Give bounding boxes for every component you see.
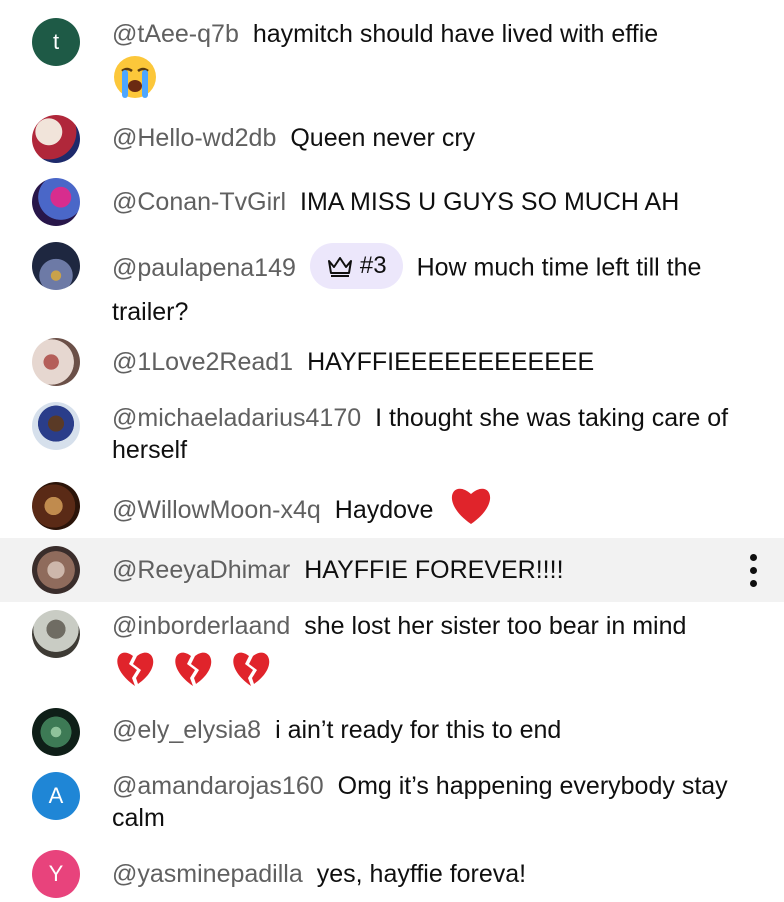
author-name[interactable]: @paulapena149 bbox=[112, 254, 296, 282]
message-text: @yasminepadilla yes, hayffie foreva! bbox=[112, 858, 752, 890]
author-name[interactable]: @Hello-wd2db bbox=[112, 124, 276, 152]
chat-message: @ReeyaDhimar HAYFFIE FOREVER!!!! bbox=[0, 538, 784, 602]
avatar-letter: Y bbox=[48, 861, 64, 886]
message-text: @paulapena149 #3 How much time left till t… bbox=[112, 243, 752, 332]
broken-heart-icon bbox=[112, 648, 158, 696]
chat-message: @Hello-wd2db Queen never cry bbox=[0, 108, 784, 172]
author-name[interactable]: @WillowMoon-x4q bbox=[112, 496, 321, 524]
message-content: HAYFFIE FOREVER!!!! bbox=[304, 556, 564, 584]
avatar-letter: A bbox=[48, 783, 64, 808]
crown-icon bbox=[327, 257, 352, 277]
message-content: Haydove bbox=[334, 495, 434, 524]
message-content: IMA MISS U GUYS SO MUCH AH bbox=[300, 188, 680, 216]
message-text: @michaeladarius4170 I thought she was tak… bbox=[112, 402, 752, 466]
author-name[interactable]: @michaeladarius4170 bbox=[112, 404, 361, 432]
message-text: @Conan-TvGirl IMA MISS U GUYS SO MUCH AH bbox=[112, 186, 752, 218]
message-text: @ReeyaDhimar HAYFFIE FOREVER!!!! bbox=[112, 554, 752, 586]
message-content: HAYFFIEEEEEEEEEEEE bbox=[307, 348, 595, 376]
avatar[interactable] bbox=[32, 708, 80, 756]
author-name[interactable]: @ReeyaDhimar bbox=[112, 556, 290, 584]
chat-message: @michaeladarius4170 I thought she was tak… bbox=[0, 392, 784, 472]
message-content: i ain’t ready for this to end bbox=[275, 716, 562, 744]
member-badge[interactable]: #3 bbox=[309, 243, 403, 289]
message-text: @1Love2Read1 HAYFFIEEEEEEEEEEEE bbox=[112, 346, 752, 378]
author-name[interactable]: @tAee-q7b bbox=[112, 20, 239, 48]
chat-message: @ely_elysia8 i ain’t ready for this to en… bbox=[0, 702, 784, 762]
chat-message: t @tAee-q7b haymitch should have lived wi… bbox=[0, 0, 784, 108]
message-content: she lost her sister too bear in mind bbox=[304, 612, 687, 640]
avatar[interactable] bbox=[32, 115, 80, 163]
avatar[interactable] bbox=[32, 178, 80, 226]
red-heart-icon bbox=[447, 484, 495, 538]
author-name[interactable]: @yasminepadilla bbox=[112, 860, 303, 888]
message-text: @ely_elysia8 i ain’t ready for this to en… bbox=[112, 714, 752, 746]
message-text: @WillowMoon-x4q Haydove bbox=[112, 484, 752, 538]
author-name[interactable]: @inborderlaand bbox=[112, 612, 290, 640]
message-text: @tAee-q7b haymitch should have lived with… bbox=[112, 18, 752, 108]
loudly-crying-face-icon bbox=[112, 54, 158, 108]
avatar[interactable] bbox=[32, 338, 80, 386]
avatar[interactable] bbox=[32, 402, 80, 450]
more-vert-icon[interactable] bbox=[748, 554, 758, 594]
avatar-letter: t bbox=[52, 29, 60, 54]
avatar[interactable] bbox=[32, 482, 80, 530]
avatar[interactable] bbox=[32, 242, 80, 290]
chat-message: @inborderlaand she lost her sister too be… bbox=[0, 602, 784, 702]
chat-message: @WillowMoon-x4q Haydove bbox=[0, 472, 784, 538]
message-content: Queen never cry bbox=[290, 124, 476, 152]
avatar[interactable] bbox=[32, 610, 80, 658]
avatar[interactable]: A bbox=[32, 772, 80, 820]
broken-heart-icon bbox=[170, 648, 216, 696]
chat-message: @Conan-TvGirl IMA MISS U GUYS SO MUCH AH bbox=[0, 172, 784, 234]
chat-message: Y @yasminepadilla yes, hayffie foreva! bbox=[0, 848, 784, 902]
chat-message: A @amandarojas160 Omg it’s happening ever… bbox=[0, 762, 784, 848]
message-content: yes, hayffie foreva! bbox=[316, 860, 527, 888]
message-text: @amandarojas160 Omg it’s happening everyb… bbox=[112, 770, 752, 834]
message-content: haymitch should have lived with effie bbox=[252, 20, 659, 48]
author-name[interactable]: @Conan-TvGirl bbox=[112, 188, 286, 216]
avatar[interactable] bbox=[32, 546, 80, 594]
author-name[interactable]: @ely_elysia8 bbox=[112, 716, 261, 744]
message-text: @inborderlaand she lost her sister too be… bbox=[112, 610, 752, 696]
live-chat: t @tAee-q7b haymitch should have lived wi… bbox=[0, 0, 784, 902]
message-text: @Hello-wd2db Queen never cry bbox=[112, 122, 752, 154]
author-name[interactable]: @1Love2Read1 bbox=[112, 348, 293, 376]
avatar[interactable]: t bbox=[32, 18, 80, 66]
chat-message: @paulapena149 #3 How much time left till t… bbox=[0, 234, 784, 334]
badge-rank: #3 bbox=[359, 252, 387, 279]
broken-heart-icon bbox=[228, 648, 274, 696]
avatar[interactable]: Y bbox=[32, 850, 80, 898]
chat-message: @1Love2Read1 HAYFFIEEEEEEEEEEEE bbox=[0, 334, 784, 392]
author-name[interactable]: @amandarojas160 bbox=[112, 772, 324, 800]
